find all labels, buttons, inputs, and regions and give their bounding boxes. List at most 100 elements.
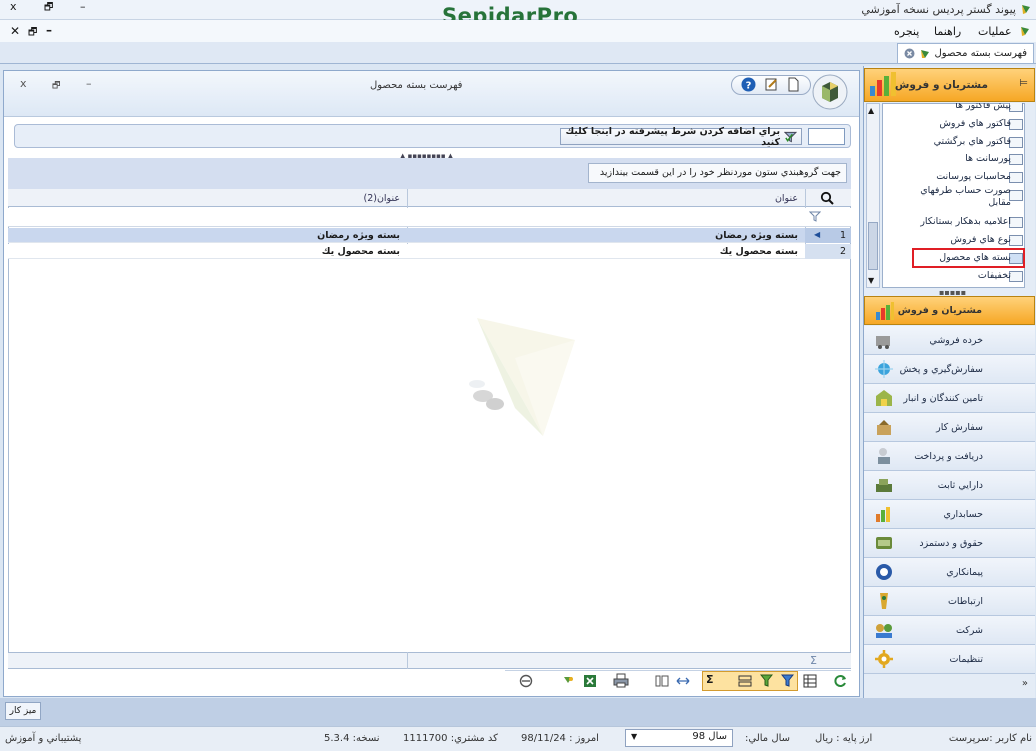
refresh-icon[interactable] xyxy=(833,673,848,688)
help-icon[interactable]: ? xyxy=(741,77,756,92)
tree-item-sale-types[interactable]: نوع هاي فروش xyxy=(950,234,1011,245)
current-row-icon: ◀ xyxy=(814,230,821,239)
summary-sigma-icon[interactable]: Σ xyxy=(810,654,817,667)
nav-distribution[interactable]: سفارش‌گيري و پخش xyxy=(864,355,1035,384)
scroll-up-icon[interactable]: ▲ xyxy=(868,106,874,115)
settings-icon xyxy=(875,650,893,668)
retail-icon xyxy=(876,336,890,349)
nav-payment[interactable]: دريافت و پرداخت xyxy=(864,442,1035,471)
tree-item-commissions[interactable]: پورسانت ها xyxy=(965,153,1011,164)
nav-work-order[interactable]: سفارش كار xyxy=(864,413,1035,442)
sales-chart-icon xyxy=(870,72,896,96)
tab-label: فهرست بسته محصول xyxy=(934,48,1027,59)
watermark-logo xyxy=(469,318,575,436)
cell-title2[interactable]: بسته محصول يك xyxy=(322,246,400,257)
tree-item-icon xyxy=(1009,172,1023,183)
tree-item-sales-invoices[interactable]: فاكتور هاي فروش xyxy=(939,118,1011,129)
tree-item-icon xyxy=(1009,154,1023,165)
filter-toggle-icon[interactable] xyxy=(781,674,794,687)
nav-communication[interactable]: ارتباطات xyxy=(864,587,1035,616)
contracting-icon xyxy=(876,564,892,580)
mdi-minimize-button[interactable]: – xyxy=(46,23,52,37)
nav-contracting[interactable]: پيمانكاري xyxy=(864,558,1035,587)
tree-item-icon xyxy=(1009,235,1023,246)
tree-item-icon xyxy=(1009,103,1023,112)
new-document-icon[interactable] xyxy=(787,77,800,92)
support-link[interactable]: پشتيباني و آموزش xyxy=(5,733,81,744)
tree-item-commission-calc[interactable]: محاسبات پورسانت xyxy=(936,171,1011,182)
edit-icon[interactable] xyxy=(764,77,779,92)
menu-help[interactable]: راهنما xyxy=(934,25,961,38)
dropdown-arrow-icon: ▼ xyxy=(631,732,638,741)
column-header-title[interactable]: عنوان xyxy=(775,193,798,204)
window-restore-button[interactable]: 🗗 xyxy=(44,0,53,17)
tab-app-icon xyxy=(920,49,929,58)
group-toggle-icon[interactable] xyxy=(738,674,752,688)
nav-sales[interactable]: مشتريان و فروش xyxy=(864,296,1035,325)
window-close-button[interactable]: x xyxy=(10,0,17,13)
cell-title[interactable]: بسته محصول يك xyxy=(720,246,798,257)
nav-payroll[interactable]: حقوق و دستمزد xyxy=(864,529,1035,558)
status-today: امروز : 98/11/24 xyxy=(521,733,599,744)
mdi-close-button[interactable]: ✕ xyxy=(10,24,20,38)
tab-product-bundle-list[interactable]: فهرست بسته محصول xyxy=(896,43,1034,63)
tree-item-proforma[interactable]: پيش فاكتور ها xyxy=(955,103,1011,111)
nav-settings[interactable]: تنظيمات xyxy=(864,645,1035,674)
app-title: پیوند گستر پردیس نسخه آموزشي xyxy=(861,3,1016,16)
inner-window-header xyxy=(4,71,859,117)
tab-close-icon[interactable] xyxy=(904,48,915,59)
nav-warehouse[interactable]: تامين كنندگان و انبار xyxy=(864,384,1035,413)
window-minimize-button[interactable]: – xyxy=(80,0,86,13)
excel-export-icon[interactable] xyxy=(583,674,597,688)
filter-row-toggle-icon[interactable] xyxy=(760,674,773,687)
warehouse-icon xyxy=(876,390,892,406)
scroll-down-icon[interactable]: ▼ xyxy=(868,276,874,285)
expand-nav-icon[interactable]: » xyxy=(1022,678,1028,689)
tree-item-icon xyxy=(1009,190,1023,201)
grid-layout-icon[interactable] xyxy=(803,674,817,688)
column-header-title2[interactable]: عنوان(2) xyxy=(363,193,400,204)
tree-item-account-statement[interactable]: صورت حساب طرفهاي مقابل xyxy=(903,185,1011,209)
status-bar xyxy=(0,726,1036,751)
sum-toggle-icon[interactable]: Σ xyxy=(706,673,714,686)
pin-icon[interactable]: ⊨ xyxy=(1019,78,1028,89)
filter-value-box[interactable] xyxy=(808,128,845,145)
menu-operations[interactable]: عمليات xyxy=(978,25,1012,38)
expand-horizontal-icon[interactable] xyxy=(676,674,690,688)
status-customer-code: كد مشتري: 1111700 xyxy=(403,733,498,744)
add-advanced-filter-button[interactable]: براي اضافه كردن شرط پيشرفته در اينجا كلي… xyxy=(560,125,802,148)
nav-panel-title: مشتريان و فروش xyxy=(894,79,988,91)
grid-search-icon[interactable] xyxy=(820,191,834,205)
tree-item-icon xyxy=(1009,217,1023,228)
inner-close-button[interactable]: x xyxy=(20,77,27,90)
inner-window-title: فهرست بسته محصول xyxy=(370,80,463,91)
fiscal-year-select[interactable]: سال 98 ▼ xyxy=(625,729,733,747)
cell-title2[interactable]: بسته ويژه رمضان xyxy=(317,230,400,241)
data-grid xyxy=(8,189,851,669)
inner-restore-button[interactable]: 🗗 xyxy=(52,78,60,94)
scroll-thumb[interactable] xyxy=(868,222,878,270)
nav-company[interactable]: شركت xyxy=(864,616,1035,645)
fit-columns-icon[interactable] xyxy=(655,674,669,688)
cell-title[interactable]: بسته ويژه رمضان xyxy=(715,230,798,241)
desk-button[interactable]: ميز كار xyxy=(5,702,41,720)
tree-item-debit-credit-notice[interactable]: اعلاميه بدهكار بستانكار xyxy=(920,216,1011,227)
nav-retail[interactable]: خرده فروشي xyxy=(864,326,1035,355)
column-divider xyxy=(407,652,408,669)
taskbar xyxy=(0,698,1036,726)
grid-filter-row[interactable] xyxy=(8,208,851,227)
tree-item-discounts[interactable]: تخفيفات xyxy=(978,270,1011,281)
column-chooser-icon[interactable] xyxy=(519,674,533,688)
tree-item-return-invoices[interactable]: فاكتور هاي برگشتي xyxy=(934,136,1011,147)
bookmark-icon[interactable] xyxy=(562,674,574,688)
mdi-restore-button[interactable]: 🗗 xyxy=(28,25,37,42)
inner-minimize-button[interactable]: – xyxy=(86,77,92,90)
group-by-hint: جهت گروهبندي ستون موردنظر خود را در اين … xyxy=(588,163,847,183)
nav-fixed-assets[interactable]: دارايي ثابت xyxy=(864,471,1035,500)
nav-accounting[interactable]: حسابداري xyxy=(864,500,1035,529)
row-filter-icon[interactable] xyxy=(809,211,821,222)
window-emblem-icon xyxy=(812,74,848,110)
menu-window[interactable]: پنجره xyxy=(894,25,919,38)
filter-button-label: براي اضافه كردن شرط پيشرفته در اينجا كلي… xyxy=(565,125,781,148)
print-icon[interactable] xyxy=(613,673,629,688)
